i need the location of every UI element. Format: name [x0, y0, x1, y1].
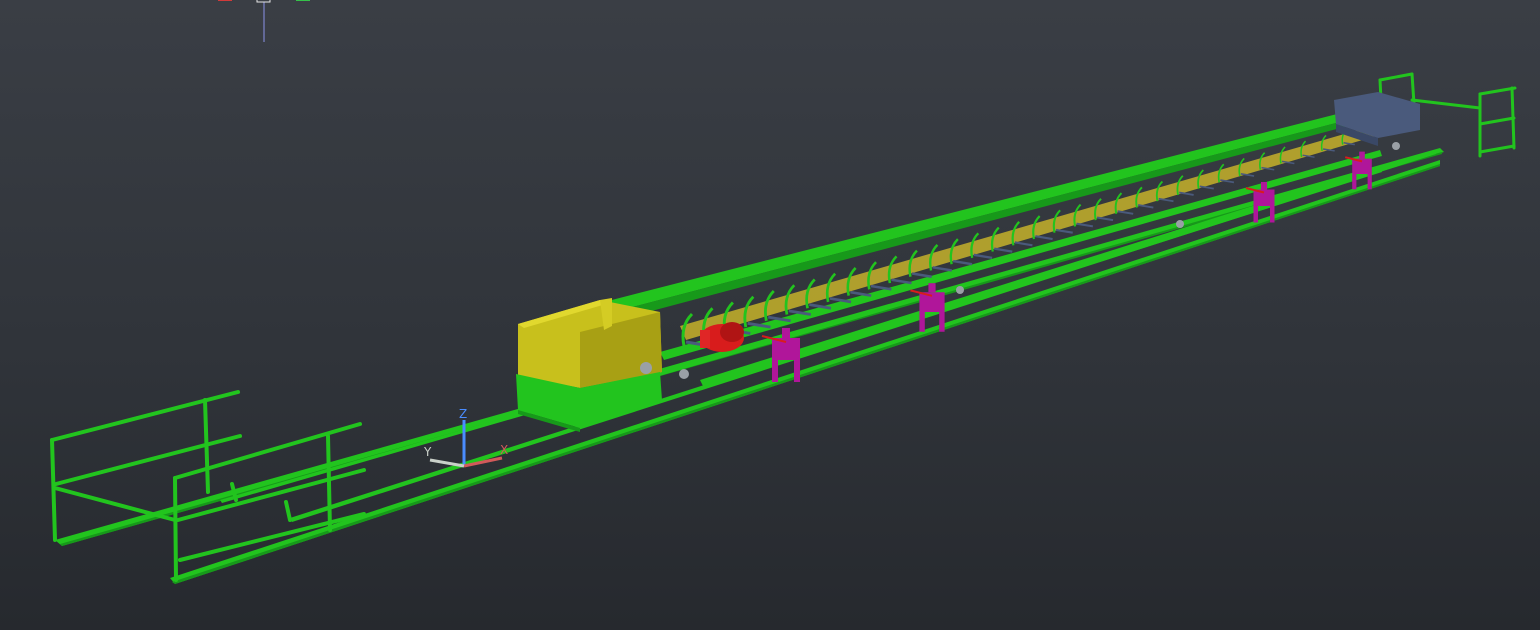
ucs-x-label: X: [500, 443, 508, 457]
ucs-y-label: Y: [423, 445, 432, 459]
cad-3d-viewport[interactable]: Z Y X: [0, 0, 1540, 630]
left-guard-rail: [50, 390, 366, 582]
loading-chute: [516, 298, 662, 432]
ucs-z-label: Z: [459, 407, 467, 421]
view-cube-icon[interactable]: [218, 0, 310, 42]
conveyor-3d-model[interactable]: Z Y X: [0, 0, 1540, 630]
